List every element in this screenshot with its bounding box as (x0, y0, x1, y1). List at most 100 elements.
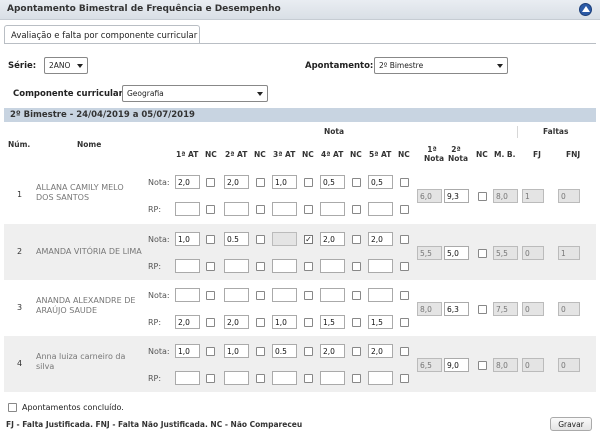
nota-input[interactable]: 1,0 (175, 344, 200, 358)
nc-rp-checkbox[interactable] (352, 262, 361, 271)
rp-input[interactable] (368, 259, 393, 273)
nc-rp-checkbox[interactable] (206, 205, 215, 214)
nota-input[interactable]: 0,5 (320, 175, 345, 189)
rp-input[interactable]: 2,0 (224, 315, 249, 329)
nc-checkbox[interactable] (206, 347, 215, 356)
tab-avaliacao-falta[interactable]: Avaliação e falta por componente curricu… (4, 25, 200, 44)
nc-rp-checkbox[interactable] (256, 374, 265, 383)
nota-input[interactable] (175, 288, 200, 302)
rp-input[interactable]: 1,0 (272, 315, 297, 329)
nota-input[interactable]: 1,0 (175, 232, 200, 246)
rp-input[interactable] (320, 371, 345, 385)
rp-input[interactable]: 1,5 (368, 315, 393, 329)
rp-input[interactable]: 2,0 (175, 315, 200, 329)
nc-rp-checkbox[interactable] (206, 374, 215, 383)
nc-checkbox[interactable] (478, 249, 487, 258)
nota-input[interactable]: 0.5 (272, 344, 297, 358)
rp-input[interactable] (272, 259, 297, 273)
nc-checkbox-checked[interactable]: ✓ (304, 235, 313, 244)
nc-checkbox[interactable] (206, 178, 215, 187)
nc-rp-checkbox[interactable] (400, 374, 409, 383)
nc-checkbox[interactable] (256, 235, 265, 244)
nc-checkbox[interactable] (206, 235, 215, 244)
nc-checkbox[interactable] (400, 235, 409, 244)
nc-checkbox[interactable] (304, 347, 313, 356)
nc-rp-checkbox[interactable] (352, 205, 361, 214)
nc-checkbox[interactable] (478, 305, 487, 314)
nc-checkbox[interactable] (352, 178, 361, 187)
nc-rp-checkbox[interactable] (304, 205, 313, 214)
rp-input[interactable] (224, 259, 249, 273)
nota-input[interactable]: 2,0 (320, 232, 345, 246)
nc-checkbox[interactable] (352, 235, 361, 244)
nota-input[interactable] (272, 288, 297, 302)
nc-rp-checkbox[interactable] (352, 318, 361, 327)
rp-input[interactable] (320, 202, 345, 216)
nota2-input[interactable]: 9,3 (444, 189, 469, 203)
nc-rp-checkbox[interactable] (400, 318, 409, 327)
rp-input[interactable] (272, 371, 297, 385)
nc-checkbox[interactable] (256, 347, 265, 356)
rp-input[interactable] (224, 202, 249, 216)
nota-input[interactable]: 0,5 (368, 175, 393, 189)
nc-rp-checkbox[interactable] (206, 262, 215, 271)
nota2-input[interactable]: 5,0 (444, 246, 469, 260)
nc-checkbox[interactable] (206, 291, 215, 300)
nota-input[interactable]: 2,0 (175, 175, 200, 189)
nc-rp-checkbox[interactable] (256, 205, 265, 214)
nota-input[interactable]: 2,0 (224, 175, 249, 189)
rp-input[interactable] (368, 202, 393, 216)
nc-rp-checkbox[interactable] (256, 262, 265, 271)
nc-checkbox[interactable] (478, 361, 487, 370)
nc-rp-checkbox[interactable] (304, 374, 313, 383)
nc-checkbox[interactable] (400, 178, 409, 187)
componente-select[interactable]: Geografia (122, 85, 268, 102)
nc-checkbox[interactable] (304, 178, 313, 187)
nota-input[interactable]: 0.5 (224, 232, 249, 246)
rp-input[interactable] (320, 259, 345, 273)
nc-rp-checkbox[interactable] (400, 262, 409, 271)
concluido-checkbox[interactable] (8, 403, 17, 412)
nota-input[interactable]: 2,0 (368, 232, 393, 246)
nc-rp-checkbox[interactable] (352, 374, 361, 383)
nota2-input[interactable]: 9,0 (444, 358, 469, 372)
rp-input[interactable] (175, 202, 200, 216)
nota-input[interactable] (320, 288, 345, 302)
mb-header: M. B. (494, 150, 516, 159)
nota-input[interactable] (224, 288, 249, 302)
nc-rp-checkbox[interactable] (400, 205, 409, 214)
period-header: 2º Bimestre - 24/04/2019 a 05/07/2019 (4, 108, 596, 122)
nota-input[interactable]: 2,0 (368, 344, 393, 358)
rp-input[interactable] (368, 371, 393, 385)
nota2-header-line2: Nota (448, 154, 469, 163)
nc-checkbox[interactable] (256, 291, 265, 300)
nc-checkbox[interactable] (256, 178, 265, 187)
nc-checkbox[interactable] (304, 291, 313, 300)
componente-value: Geografia (127, 89, 164, 98)
apontamento-select[interactable]: 2º Bimestre (374, 57, 508, 74)
nc-checkbox[interactable] (400, 291, 409, 300)
save-button[interactable]: Gravar (550, 417, 592, 431)
nota-input[interactable]: 1,0 (272, 175, 297, 189)
rp-input[interactable] (272, 202, 297, 216)
fnj-field: 0 (558, 358, 580, 372)
nota2-input[interactable]: 6,3 (444, 302, 469, 316)
nc-rp-checkbox[interactable] (304, 262, 313, 271)
nota-row-label: Nota: (148, 235, 170, 244)
nc-checkbox[interactable] (400, 347, 409, 356)
nc-rp-checkbox[interactable] (304, 318, 313, 327)
nc-checkbox[interactable] (352, 347, 361, 356)
nota-input[interactable]: 2,0 (320, 344, 345, 358)
nc-checkbox[interactable] (352, 291, 361, 300)
nota-input[interactable]: 1,0 (224, 344, 249, 358)
rp-input[interactable] (175, 259, 200, 273)
rp-input[interactable] (175, 371, 200, 385)
rp-input[interactable] (224, 371, 249, 385)
serie-select[interactable]: 2ANO (44, 57, 88, 74)
chevron-up-icon[interactable] (579, 3, 592, 16)
nc-rp-checkbox[interactable] (256, 318, 265, 327)
rp-input[interactable]: 1,5 (320, 315, 345, 329)
nc-rp-checkbox[interactable] (206, 318, 215, 327)
nc-checkbox[interactable] (478, 192, 487, 201)
nota-input[interactable] (368, 288, 393, 302)
